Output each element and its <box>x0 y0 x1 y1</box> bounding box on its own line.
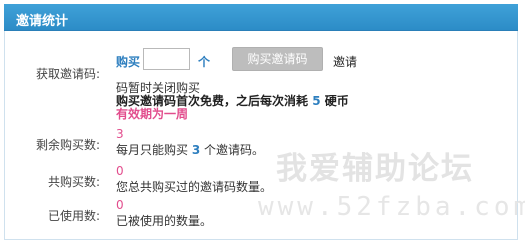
notice-cost-number: 5 <box>312 94 321 108</box>
buy-label: 购买 <box>116 55 141 69</box>
used-value: 0 <box>116 198 124 212</box>
remaining-desc-prefix: 每月只能购买 <box>116 143 189 157</box>
invite-link[interactable]: 邀请 <box>333 53 357 70</box>
remaining-desc: 每月只能购买 3 个邀请码。 <box>116 141 264 158</box>
used-desc: 已被使用的数量。 <box>116 214 213 228</box>
total-label: 共购买数: <box>47 175 100 189</box>
used-label: 已使用数: <box>47 209 100 223</box>
notice-cost-suffix: 硬币 <box>324 94 349 108</box>
watermark-title: 我爱辅助论坛 <box>276 151 474 187</box>
total-value: 0 <box>116 164 124 178</box>
buy-invite-code-button[interactable]: 购买邀请码 <box>232 47 323 71</box>
quantity-input[interactable] <box>143 48 190 70</box>
total-desc: 您总共购买过的邀请码数量。 <box>116 180 273 194</box>
watermark-url: www.52fzba.com <box>258 192 525 222</box>
remaining-label: 剩余购买数: <box>35 138 100 152</box>
panel-header: 邀请统计 <box>4 4 518 31</box>
get-code-label: 获取邀请码: <box>35 67 100 81</box>
remaining-desc-number: 3 <box>191 143 201 157</box>
remaining-value: 3 <box>116 127 124 141</box>
notice-validity: 有效期为一周 <box>116 107 189 121</box>
remaining-desc-suffix: 个邀请码。 <box>204 143 265 157</box>
panel-title: 邀请统计 <box>16 14 69 29</box>
unit-label: 个 <box>198 55 211 69</box>
